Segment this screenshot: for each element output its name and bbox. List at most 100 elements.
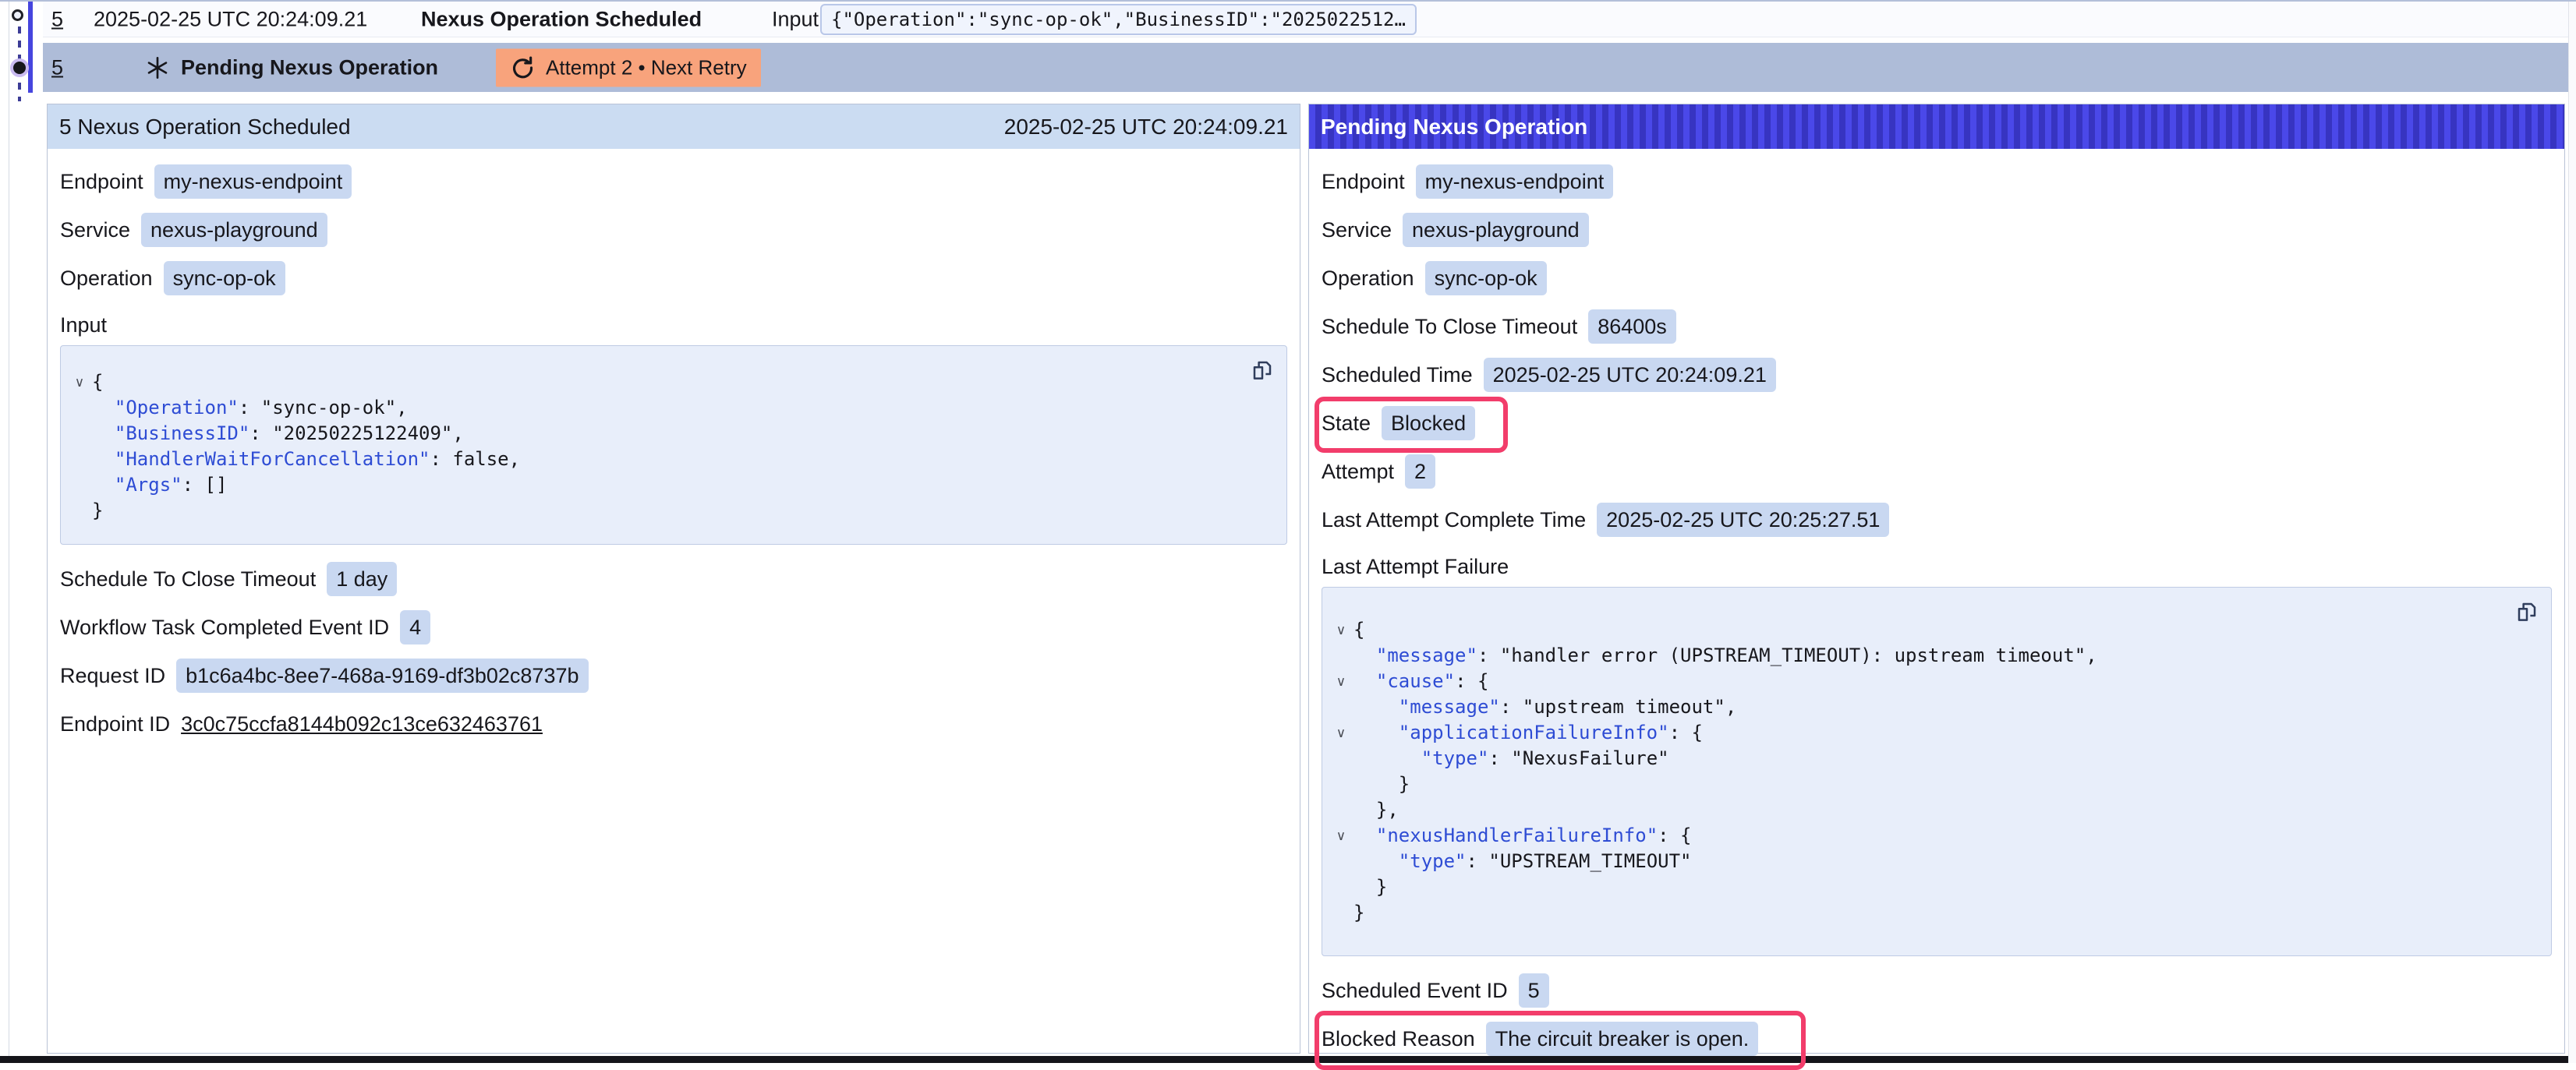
json-line: ∨ "nexusHandlerFailureInfo": { — [1329, 823, 2535, 849]
event-id-link[interactable]: 5 — [51, 7, 63, 31]
pending-asterisk-icon — [145, 55, 170, 80]
field-value: my-nexus-endpoint — [154, 164, 352, 199]
event-title: Pending Nexus Operation — [181, 55, 438, 79]
field-label: Operation — [60, 267, 153, 291]
field-label: Schedule To Close Timeout — [1322, 315, 1577, 339]
json-line: ∨ "applicationFailureInfo": { — [1329, 720, 2535, 746]
panel-header: 5 Nexus Operation Scheduled 2025-02-25 U… — [48, 104, 1300, 149]
panel-title: 5 Nexus Operation Scheduled — [59, 115, 351, 139]
retry-status-badge: Attempt 2 • Next Retry — [496, 48, 761, 87]
window-top-border — [0, 0, 2576, 2]
field-value: 2 — [1405, 454, 1435, 489]
collapse-chevron-icon[interactable]: ∨ — [1329, 720, 1353, 746]
json-line: }, — [1329, 797, 2535, 823]
collapse-chevron-icon[interactable]: ∨ — [1329, 617, 1353, 643]
field-operation: Operationsync-op-ok — [1322, 261, 2552, 295]
json-text: "BusinessID": "20250225122409", — [92, 421, 464, 447]
json-text: "nexusHandlerFailureInfo": { — [1353, 823, 1692, 849]
json-gutter — [1329, 694, 1353, 720]
field-endpoint: Endpoint my-nexus-endpoint — [1322, 164, 2552, 199]
event-timestamp: 2025-02-25 UTC 20:24:09.21 — [94, 7, 367, 31]
field-value: my-nexus-endpoint — [1416, 164, 1614, 199]
field-value: Blocked — [1382, 406, 1475, 440]
field-last-attempt-complete-time: Last Attempt Complete Time2025-02-25 UTC… — [1322, 503, 2552, 537]
copy-icon[interactable] — [1251, 358, 1274, 382]
json-text: { — [1353, 617, 1364, 643]
input-section-label: Input — [60, 309, 1287, 341]
event-row-nexus-operation-scheduled[interactable]: 5 2025-02-25 UTC 20:24:09.21 Nexus Opera… — [43, 2, 2570, 37]
fields-bottom: Schedule To Close Timeout1 day Workflow T… — [60, 562, 1287, 741]
field-value[interactable]: 3c0c75ccfa8144b092c13ce632463761 — [181, 712, 543, 736]
failure-section-label: Last Attempt Failure — [1322, 551, 2552, 582]
panel-header-striped: Pending Nexus Operation — [1309, 104, 2564, 149]
field-value: nexus-playground — [1403, 213, 1589, 247]
field-label: Scheduled Time — [1322, 363, 1473, 387]
panel-body: Endpoint my-nexus-endpoint Service nexus-pl… — [1309, 149, 2564, 1056]
field-label: Request ID — [60, 664, 165, 688]
field-workflow-task-completed-event-id: Workflow Task Completed Event ID 4 — [60, 610, 1287, 644]
event-input-label: Input — [772, 7, 819, 31]
field-value: sync-op-ok — [1425, 261, 1547, 295]
json-line: } — [1329, 900, 2535, 926]
retry-badge-label: Attempt 2 • Next Retry — [546, 55, 747, 79]
json-text: } — [1353, 874, 1387, 900]
field-endpoint-id: Endpoint ID3c0c75ccfa8144b092c13ce632463… — [60, 707, 1287, 741]
json-text: "type": "NexusFailure" — [1353, 746, 1669, 772]
fields-top: Endpoint my-nexus-endpoint Service nexus-pl… — [1322, 164, 2552, 537]
field-label: Attempt — [1322, 460, 1394, 484]
json-line: "BusinessID": "20250225122409", — [67, 421, 1271, 447]
field-schedule-to-close-timeout: Schedule To Close Timeout86400s — [1322, 309, 2552, 344]
timeline-node-open[interactable] — [12, 9, 23, 21]
field-value: 2025-02-25 UTC 20:24:09.21 — [1484, 358, 1776, 392]
window-bottom-edge — [0, 1056, 2576, 1063]
field-label: Service — [1322, 218, 1392, 242]
event-row-pending-nexus-operation[interactable]: 5 Pending Nexus Operation Attempt 2 • Ne… — [43, 43, 2570, 92]
json-text: "type": "UPSTREAM_TIMEOUT" — [1353, 849, 1691, 874]
panel-title: Pending Nexus Operation — [1321, 115, 1587, 139]
field-label: Endpoint — [1322, 170, 1405, 194]
json-gutter — [67, 472, 92, 498]
collapse-chevron-icon[interactable]: ∨ — [67, 369, 92, 395]
timeline-active-bar — [28, 2, 33, 93]
field-label: State — [1322, 411, 1371, 436]
field-scheduled-time: Scheduled Time 2025-02-25 UTC 20:24:09.21 — [1322, 358, 2552, 392]
json-text: "applicationFailureInfo": { — [1353, 720, 1703, 746]
json-gutter — [67, 395, 92, 421]
json-line: "type": "NexusFailure" — [1329, 746, 2535, 772]
json-text: } — [1353, 900, 1364, 926]
scrollbar[interactable] — [2568, 0, 2576, 1063]
event-title: Nexus Operation Scheduled — [421, 7, 702, 31]
field-state: State Blocked — [1322, 406, 2552, 440]
field-label: Schedule To Close Timeout — [60, 567, 316, 592]
field-label: Workflow Task Completed Event ID — [60, 616, 389, 640]
json-line: } — [1329, 874, 2535, 900]
json-gutter — [1329, 900, 1353, 926]
field-endpoint: Endpointmy-nexus-endpoint — [60, 164, 1287, 199]
json-line: "message": "handler error (UPSTREAM_TIME… — [1329, 643, 2535, 669]
json-line: ∨ "cause": { — [1329, 669, 2535, 694]
json-text: }, — [1353, 797, 1399, 823]
json-gutter — [1329, 874, 1353, 900]
json-line: "message": "upstream timeout", — [1329, 694, 2535, 720]
event-id-link[interactable]: 5 — [51, 55, 63, 79]
field-label: Service — [60, 218, 130, 242]
collapse-chevron-icon[interactable]: ∨ — [1329, 823, 1353, 849]
field-value: 4 — [400, 610, 430, 644]
timeline-node-current[interactable] — [13, 62, 26, 74]
field-attempt: Attempt 2 — [1322, 454, 2552, 489]
json-gutter — [1329, 849, 1353, 874]
field-schedule-to-close-timeout: Schedule To Close Timeout1 day — [60, 562, 1287, 596]
input-json-viewer: ∨{ "Operation": "sync-op-ok", "BusinessI… — [60, 345, 1287, 545]
fields-top: Endpointmy-nexus-endpointServicenexus-pl… — [60, 164, 1287, 295]
event-input-preview-chip[interactable]: {"Operation":"sync-op-ok","BusinessID":"… — [820, 4, 1417, 35]
json-line: ∨{ — [67, 369, 1271, 395]
copy-icon[interactable] — [2515, 600, 2539, 623]
field-request-id: Request IDb1c6a4bc-8ee7-468a-9169-df3b02… — [60, 659, 1287, 693]
json-text: "cause": { — [1353, 669, 1488, 694]
field-operation: Operationsync-op-ok — [60, 261, 1287, 295]
collapse-chevron-icon[interactable]: ∨ — [1329, 669, 1353, 694]
panel-pending-nexus-operation: Pending Nexus Operation Endpoint my-nexus… — [1308, 104, 2565, 1054]
json-line: ∨{ — [1329, 617, 2535, 643]
json-gutter — [1329, 772, 1353, 797]
panel-nexus-operation-scheduled: 5 Nexus Operation Scheduled 2025-02-25 U… — [47, 104, 1300, 1054]
